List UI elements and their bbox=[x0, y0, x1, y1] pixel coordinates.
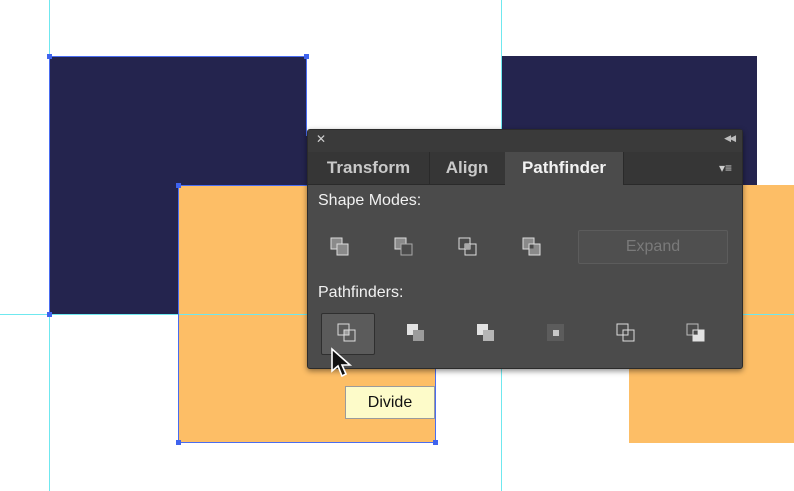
selection-bottom-orange bbox=[178, 442, 436, 443]
exclude-icon[interactable] bbox=[520, 235, 544, 259]
selection-handle[interactable] bbox=[433, 440, 438, 445]
selection-handle[interactable] bbox=[176, 183, 181, 188]
merge-icon[interactable] bbox=[474, 321, 498, 345]
outline-icon[interactable] bbox=[614, 321, 638, 345]
selection-top-orange bbox=[178, 185, 308, 186]
double-chevron-icon[interactable]: ◀◀ bbox=[724, 133, 736, 144]
pathfinders-label: Pathfinders: bbox=[318, 284, 404, 301]
selection-handle[interactable] bbox=[47, 312, 52, 317]
tab-align[interactable]: Align bbox=[429, 152, 506, 184]
tab-pathfinder[interactable]: Pathfinder bbox=[505, 152, 624, 185]
crop-icon[interactable] bbox=[544, 321, 568, 345]
panel-menu-icon[interactable]: ▾≡ bbox=[719, 161, 732, 175]
panel-tab-bar: Transform Align Pathfinder bbox=[308, 152, 742, 185]
selection-handle[interactable] bbox=[304, 54, 309, 59]
selection-top-navy bbox=[49, 56, 307, 57]
shape-modes-label: Shape Modes: bbox=[318, 192, 422, 209]
panel-title-bar[interactable] bbox=[308, 130, 742, 152]
selection-handle[interactable] bbox=[176, 440, 181, 445]
tab-transform[interactable]: Transform bbox=[308, 152, 430, 184]
selection-handle[interactable] bbox=[47, 54, 52, 59]
trim-icon[interactable] bbox=[404, 321, 428, 345]
divide-icon bbox=[335, 321, 359, 345]
minus-back-icon[interactable] bbox=[684, 321, 708, 345]
unite-icon[interactable] bbox=[328, 235, 352, 259]
mouse-cursor-icon bbox=[330, 347, 354, 386]
intersect-icon[interactable] bbox=[456, 235, 480, 259]
close-icon[interactable]: ✕ bbox=[316, 132, 326, 146]
selection-right-navy bbox=[306, 56, 307, 136]
selection-left-orange bbox=[178, 185, 179, 443]
tooltip: Divide bbox=[345, 386, 435, 419]
expand-button[interactable]: Expand bbox=[578, 230, 728, 264]
minus-front-icon[interactable] bbox=[392, 235, 416, 259]
pathfinder-panel: ✕ ◀◀ Transform Align Pathfinder ▾≡ Shape… bbox=[307, 129, 743, 369]
selection-right-orange bbox=[435, 367, 436, 443]
selection-left-navy bbox=[49, 56, 50, 314]
